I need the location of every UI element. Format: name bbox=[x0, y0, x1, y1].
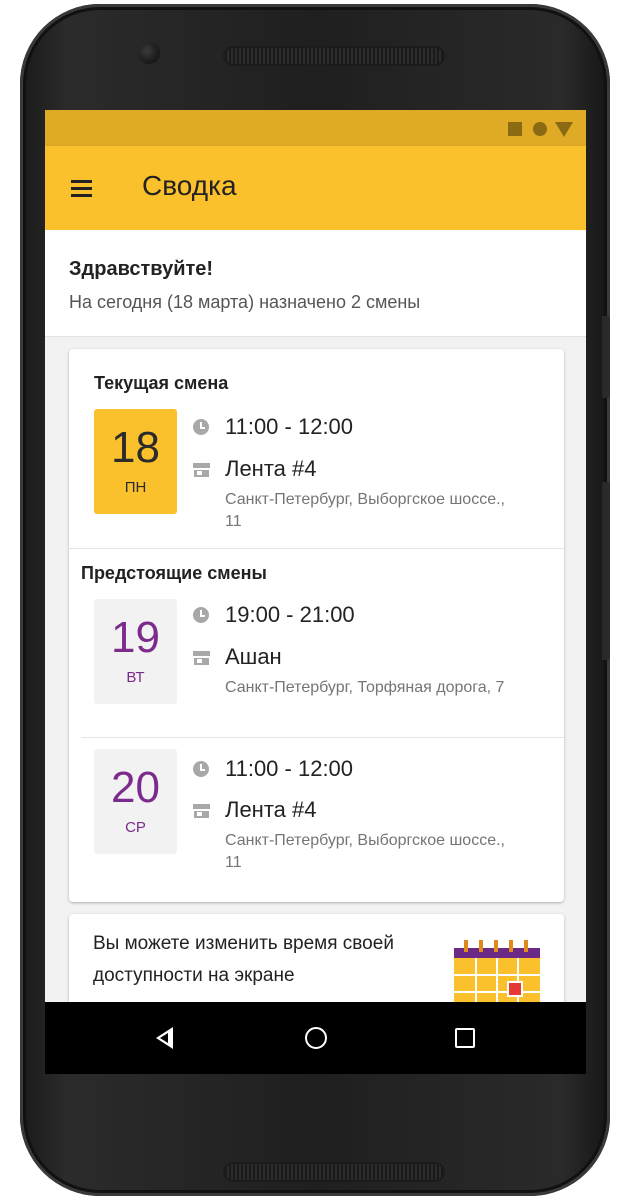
current-shift-title: Текущая смена bbox=[94, 373, 229, 393]
square-icon bbox=[508, 122, 522, 136]
home-icon[interactable] bbox=[300, 1022, 332, 1054]
date-day: 18 bbox=[111, 423, 160, 472]
system-nav-bar bbox=[45, 1002, 586, 1074]
shift-time: 11:00 - 12:00 bbox=[225, 756, 354, 781]
triangle-icon bbox=[555, 122, 573, 137]
power-button bbox=[602, 482, 610, 660]
date-day: 19 bbox=[111, 613, 160, 662]
clock-icon bbox=[193, 419, 209, 435]
divider bbox=[69, 548, 564, 549]
app-bar: Сводка bbox=[45, 146, 586, 230]
greeting-title: Здравствуйте! bbox=[69, 258, 214, 280]
store-icon bbox=[193, 651, 210, 665]
shift-address: Санкт-Петербург, Выборгское шоссе., 11 bbox=[225, 491, 505, 530]
shift-store: Лента #4 bbox=[225, 797, 317, 822]
volume-button bbox=[602, 316, 610, 398]
back-icon[interactable] bbox=[151, 1022, 183, 1054]
availability-text: Вы можете изменить время своей доступнос… bbox=[93, 933, 394, 986]
date-weekday: ПН bbox=[124, 479, 147, 496]
hamburger-menu-icon[interactable] bbox=[67, 172, 99, 204]
date-weekday: ВТ bbox=[126, 669, 145, 686]
divider bbox=[81, 737, 564, 738]
shift-store: Ашан bbox=[225, 644, 282, 669]
greeting-panel: Здравствуйте! На сегодня (18 марта) назн… bbox=[45, 230, 586, 337]
page-title: Сводка bbox=[142, 170, 237, 201]
shift-address: Санкт-Петербург, Торфяная дорога, 7 bbox=[225, 679, 505, 696]
shift-time: 11:00 - 12:00 bbox=[225, 414, 354, 439]
clock-icon bbox=[193, 607, 209, 623]
earpiece-speaker bbox=[223, 46, 445, 66]
shift-store: Лента #4 bbox=[225, 456, 317, 481]
date-tile: 18 ПН bbox=[94, 409, 177, 514]
greeting-subtitle: На сегодня (18 марта) назначено 2 смены bbox=[69, 292, 421, 312]
date-weekday: СР bbox=[125, 819, 146, 836]
date-tile: 20 СР bbox=[94, 749, 177, 854]
shift-address: Санкт-Петербург, Выборгское шоссе., 11 bbox=[225, 832, 505, 871]
bottom-speaker bbox=[223, 1162, 445, 1182]
date-day: 20 bbox=[111, 763, 160, 812]
store-icon bbox=[193, 804, 210, 818]
date-tile: 19 ВТ bbox=[94, 599, 177, 704]
recents-icon[interactable] bbox=[449, 1022, 481, 1054]
shifts-card: Текущая смена 18 ПН 11:00 - 12:00 Лента … bbox=[69, 349, 564, 902]
store-icon bbox=[193, 463, 210, 477]
front-camera bbox=[138, 42, 160, 64]
clock-icon bbox=[193, 761, 209, 777]
circle-icon bbox=[533, 122, 547, 136]
shift-time: 19:00 - 21:00 bbox=[225, 602, 355, 627]
status-bar bbox=[45, 110, 586, 146]
phone-screen: Сводка Здравствуйте! На сегодня (18 март… bbox=[45, 110, 586, 1074]
upcoming-shifts-title: Предстоящие смены bbox=[81, 563, 267, 583]
